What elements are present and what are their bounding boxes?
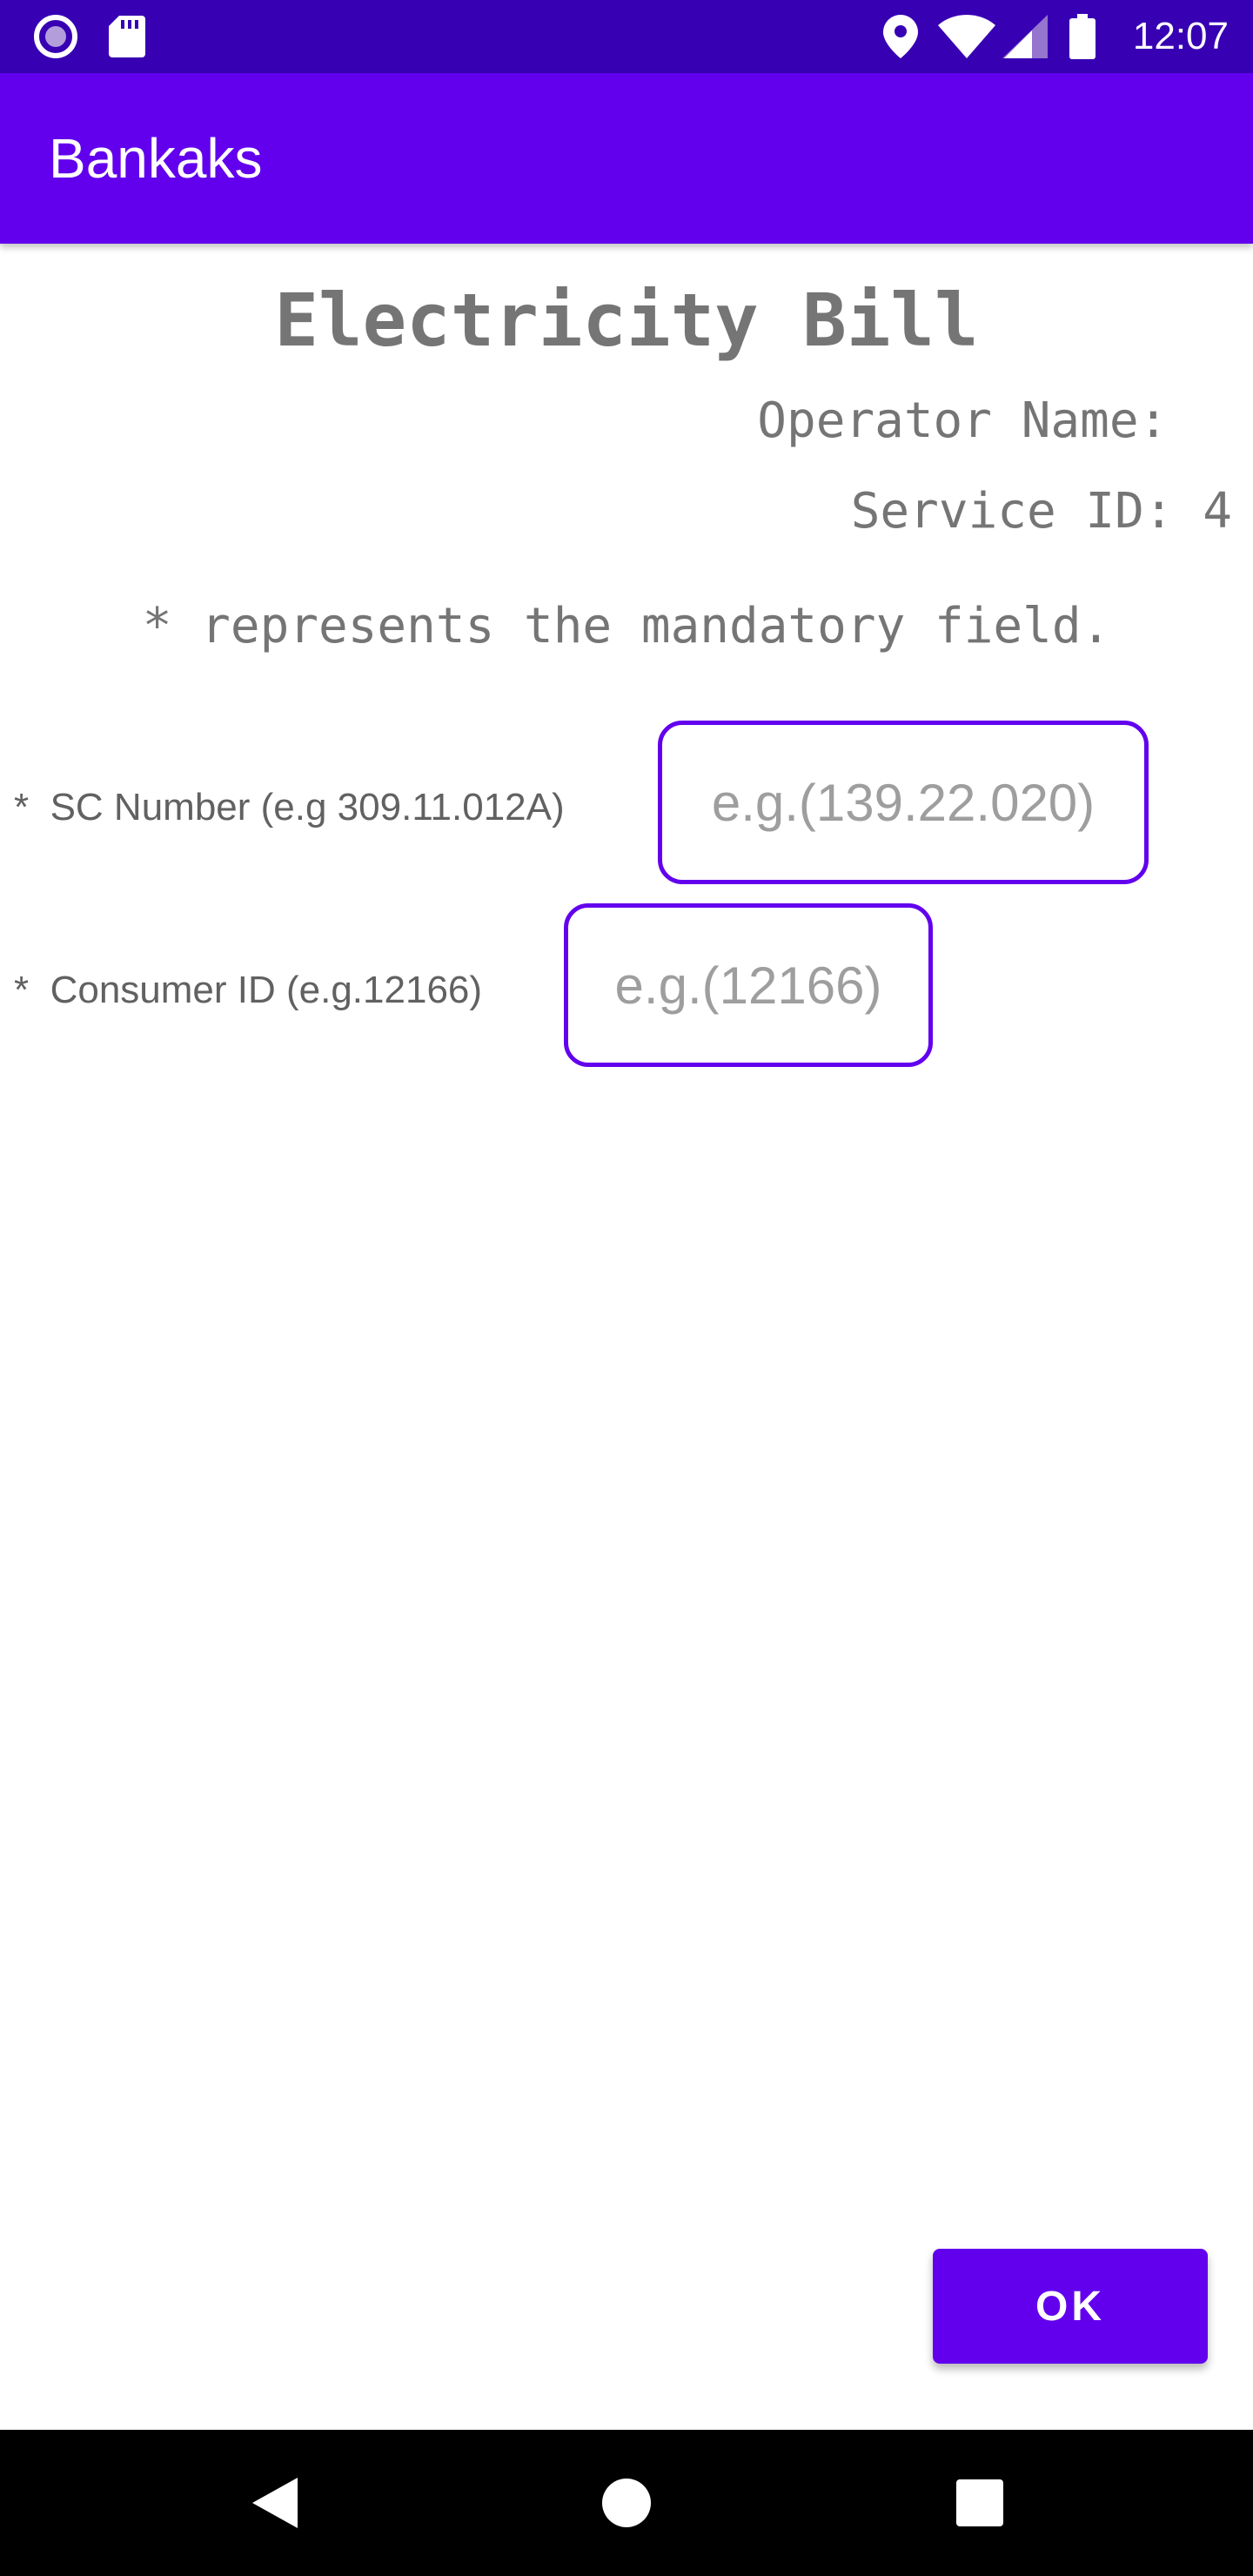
mandatory-note: * represents the mandatory field. [142, 598, 1111, 654]
status-time: 12:07 [1132, 15, 1229, 57]
recents-icon[interactable] [919, 2430, 1041, 2576]
back-icon[interactable] [214, 2430, 336, 2576]
wifi-icon [936, 0, 997, 73]
home-icon[interactable] [566, 2430, 687, 2576]
status-bar: 12:07 [0, 0, 1253, 73]
app-title: Bankaks [49, 127, 263, 190]
signal-icon [1001, 0, 1049, 73]
location-icon [879, 0, 922, 73]
sc-number-input[interactable] [658, 721, 1149, 884]
record-icon [31, 0, 80, 73]
app-bar: Bankaks [0, 73, 1253, 244]
navigation-bar [0, 2430, 1253, 2576]
consumer-id-label: * Consumer ID (e.g.12166) [14, 969, 483, 1011]
ok-button[interactable]: OK [933, 2249, 1208, 2364]
sd-card-icon [106, 0, 148, 73]
service-id-label: Service ID: 4 [850, 483, 1232, 540]
page-title: Electricity Bill [274, 278, 979, 363]
consumer-id-input[interactable] [564, 903, 933, 1067]
battery-icon [1067, 0, 1098, 73]
sc-number-label: * SC Number (e.g 309.11.012A) [14, 786, 565, 828]
operator-name-label: Operator Name: [757, 392, 1197, 449]
